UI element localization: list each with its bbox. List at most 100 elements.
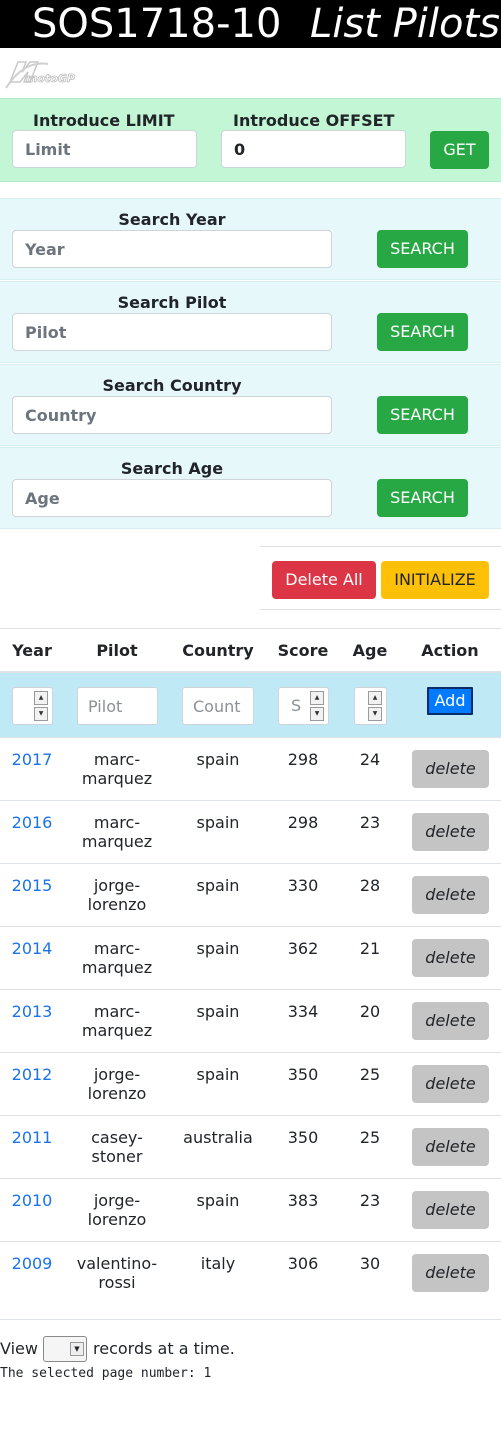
row-age: 25 <box>359 1065 381 1084</box>
site-code: SOS1718-10 <box>32 1 282 47</box>
row-year-link[interactable]: 2014 <box>0 939 64 958</box>
age-stepper[interactable]: ▲ ▼ <box>368 691 382 721</box>
row-pilot: marc-marquez <box>81 1002 153 1040</box>
table-row: 2016 marc-marquez spain 298 23 delete <box>0 800 501 863</box>
initialize-button[interactable]: INITIALIZE <box>381 561 489 599</box>
search-age-panel: Search Age SEARCH <box>0 447 501 529</box>
row-year-link[interactable]: 2010 <box>0 1191 64 1210</box>
records-per-page-select[interactable]: ▼ <box>43 1336 87 1362</box>
add-button[interactable]: Add <box>427 687 473 715</box>
row-score: 350 <box>287 1065 319 1084</box>
limit-input[interactable] <box>12 130 197 168</box>
row-delete-button[interactable]: delete <box>412 876 489 914</box>
row-score: 334 <box>287 1002 319 1021</box>
search-year-button[interactable]: SEARCH <box>377 230 468 268</box>
row-delete-button[interactable]: delete <box>412 750 489 788</box>
table-header: Year Pilot Country Score Age Action <box>0 629 501 673</box>
header-pilot: Pilot <box>96 641 138 660</box>
table-row: 2014 marc-marquez spain 362 21 delete <box>0 926 501 989</box>
row-year-link[interactable]: 2013 <box>0 1002 64 1021</box>
year-stepper[interactable]: ▲ ▼ <box>34 691 48 721</box>
row-pilot: marc-marquez <box>81 939 153 977</box>
table-row: 2010 jorge-lorenzo spain 383 23 delete <box>0 1178 501 1241</box>
search-year-input[interactable] <box>12 230 332 268</box>
search-age-label: Search Age <box>120 459 224 478</box>
row-delete-button[interactable]: delete <box>412 1128 489 1166</box>
new-country-input[interactable] <box>182 687 254 725</box>
row-country: spain <box>196 1065 240 1084</box>
pager-divider <box>0 1319 501 1320</box>
pagination-form: Introduce LIMIT Introduce OFFSET GET <box>0 98 501 182</box>
table-row: 2012 jorge-lorenzo spain 350 25 delete <box>0 1052 501 1115</box>
row-pilot: marc-marquez <box>81 813 153 851</box>
row-country: spain <box>196 939 240 958</box>
search-country-input[interactable] <box>12 396 332 434</box>
header-action: Action <box>421 641 479 660</box>
row-score: 298 <box>287 750 319 769</box>
row-age: 21 <box>359 939 381 958</box>
row-delete-button[interactable]: delete <box>412 939 489 977</box>
pilots-table: Year Pilot Country Score Age Action ▲▼ S… <box>0 628 501 1292</box>
score-stepper[interactable]: ▲ ▼ <box>310 691 324 721</box>
search-country-button[interactable]: SEARCH <box>377 396 468 434</box>
new-pilot-input[interactable] <box>77 687 158 725</box>
row-age: 28 <box>359 876 381 895</box>
row-year-link[interactable]: 2016 <box>0 813 64 832</box>
row-score: 383 <box>287 1191 319 1210</box>
row-delete-button[interactable]: delete <box>412 1254 489 1292</box>
page-header: SOS1718-10 List Pilots <box>0 0 501 48</box>
row-year-link[interactable]: 2015 <box>0 876 64 895</box>
row-pilot: jorge-lorenzo <box>87 1065 147 1103</box>
row-age: 23 <box>359 813 381 832</box>
new-year-input[interactable]: ▲ ▼ <box>12 687 53 725</box>
chevron-down-icon[interactable]: ▼ <box>70 1342 84 1356</box>
delete-all-button[interactable]: Delete All <box>272 561 376 599</box>
search-age-button[interactable]: SEARCH <box>377 479 468 517</box>
row-delete-button[interactable]: delete <box>412 1065 489 1103</box>
row-country: spain <box>196 750 240 769</box>
bulk-actions: Delete All INITIALIZE <box>260 546 501 610</box>
header-year: Year <box>12 641 52 660</box>
search-pilot-label: Search Pilot <box>117 293 227 312</box>
search-age-input[interactable] <box>12 479 332 517</box>
row-delete-button[interactable]: delete <box>412 813 489 851</box>
search-pilot-button[interactable]: SEARCH <box>377 313 468 351</box>
row-pilot: valentino-rossi <box>76 1254 158 1292</box>
offset-input[interactable] <box>221 130 406 168</box>
motogp-logo: motoGP <box>5 61 75 89</box>
row-country: spain <box>196 876 240 895</box>
row-year-link[interactable]: 2009 <box>0 1254 64 1273</box>
row-country: italy <box>200 1254 236 1273</box>
view-prefix: View <box>0 1339 38 1358</box>
header-age: Age <box>352 641 388 660</box>
view-suffix: records at a time. <box>93 1339 235 1358</box>
row-age: 30 <box>359 1254 381 1273</box>
table-row: 2011 casey-stoner australia 350 25 delet… <box>0 1115 501 1178</box>
row-score: 350 <box>287 1128 319 1147</box>
row-age: 24 <box>359 750 381 769</box>
row-country: spain <box>196 813 240 832</box>
header-country: Country <box>182 641 254 660</box>
new-score-input[interactable]: S ▲ ▼ <box>278 687 329 725</box>
row-score: 298 <box>287 813 319 832</box>
row-year-link[interactable]: 2012 <box>0 1065 64 1084</box>
search-pilot-input[interactable] <box>12 313 332 351</box>
row-score: 362 <box>287 939 319 958</box>
row-year-link[interactable]: 2017 <box>0 750 64 769</box>
get-button[interactable]: GET <box>430 131 489 169</box>
row-country: australia <box>183 1128 253 1147</box>
selected-page-text: The selected page number: 1 <box>0 1366 212 1381</box>
page-title: List Pilots <box>310 1 500 47</box>
row-score: 330 <box>287 876 319 895</box>
limit-label: Introduce LIMIT <box>33 111 175 130</box>
row-country: spain <box>196 1002 240 1021</box>
row-delete-button[interactable]: delete <box>412 1191 489 1229</box>
row-pilot: jorge-lorenzo <box>87 876 147 914</box>
row-year-link[interactable]: 2011 <box>0 1128 64 1147</box>
search-pilot-panel: Search Pilot SEARCH <box>0 281 501 363</box>
score-placeholder: S <box>291 696 302 715</box>
new-age-input[interactable]: ▲ ▼ <box>354 687 387 725</box>
row-pilot: casey-stoner <box>91 1128 143 1166</box>
search-year-label: Search Year <box>118 210 226 229</box>
row-delete-button[interactable]: delete <box>412 1002 489 1040</box>
